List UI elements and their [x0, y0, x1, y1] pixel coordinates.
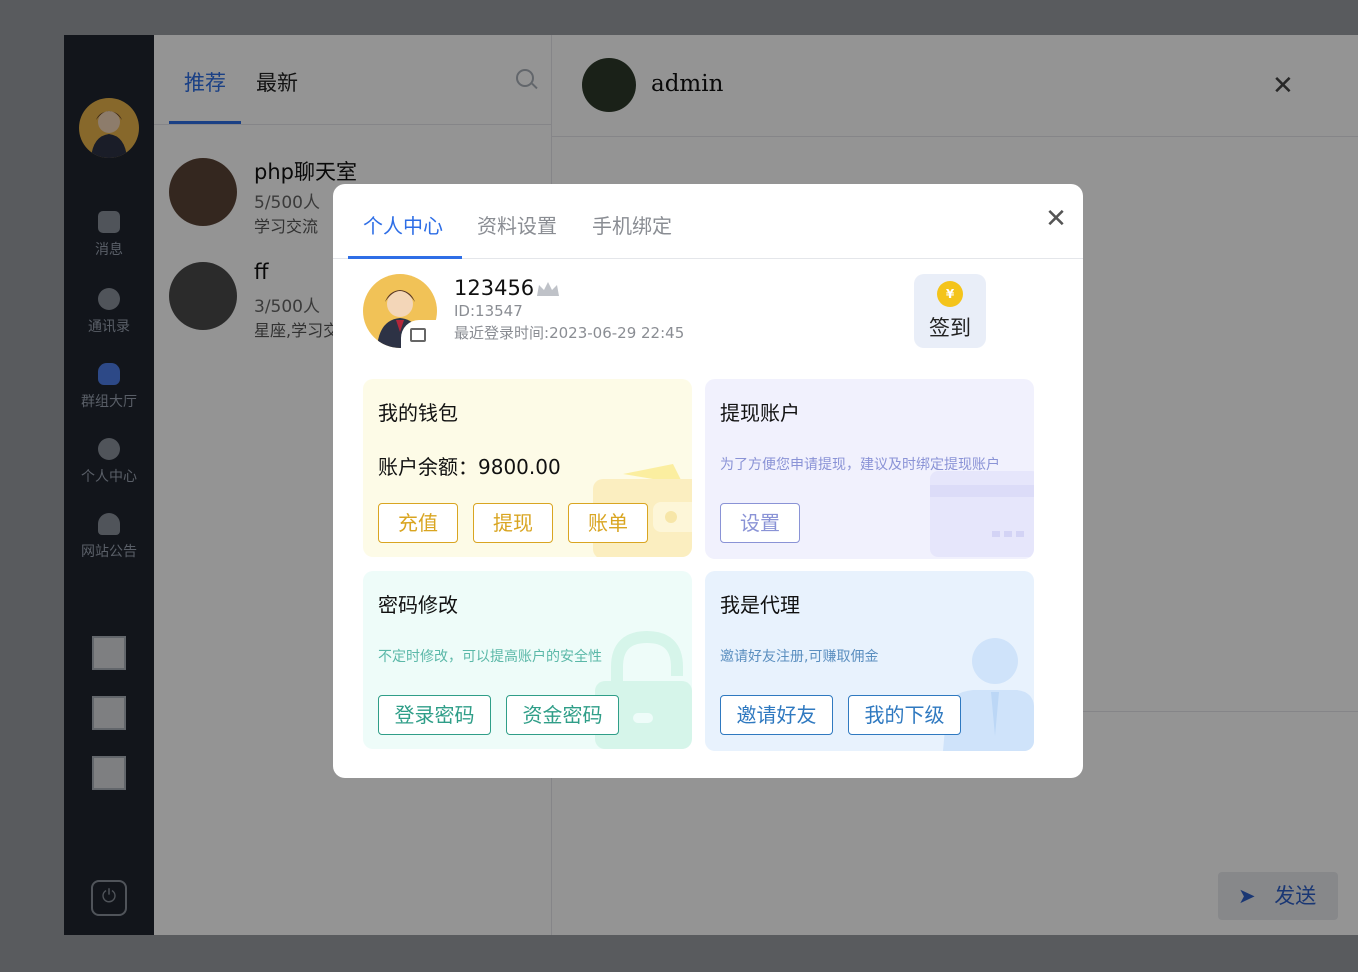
coin-icon: ¥	[937, 281, 963, 307]
setup-button[interactable]: 设置	[720, 503, 800, 543]
withdraw-account-description: 为了方便您申请提现，建议及时绑定提现账户	[720, 457, 1000, 473]
personal-center-modal: 个人中心 资料设置 手机绑定 ✕ 123456 ID:13547 最近登录时间:…	[333, 184, 1083, 778]
crown-icon	[537, 282, 559, 296]
username: 123456	[454, 276, 535, 300]
login-password-button[interactable]: 登录密码	[378, 695, 491, 735]
password-card: 密码修改 不定时修改，可以提高账户的安全性 登录密码 资金密码	[363, 571, 692, 749]
my-subordinates-button[interactable]: 我的下级	[848, 695, 961, 735]
wallet-title: 我的钱包	[378, 401, 458, 425]
last-login-label: 最近登录时间:	[454, 324, 550, 342]
fund-password-button[interactable]: 资金密码	[506, 695, 619, 735]
tab-personal-center[interactable]: 个人中心	[363, 210, 443, 239]
bill-button[interactable]: 账单	[568, 503, 648, 543]
agent-title: 我是代理	[720, 593, 800, 617]
wallet-card: 我的钱包 账户余额：9800.00 充值 提现 账单	[363, 379, 692, 557]
withdraw-button[interactable]: 提现	[473, 503, 553, 543]
withdraw-account-card: 提现账户 为了方便您申请提现，建议及时绑定提现账户 设置	[705, 379, 1034, 559]
tab-profile-settings[interactable]: 资料设置	[477, 210, 557, 239]
invite-friends-button[interactable]: 邀请好友	[720, 695, 833, 735]
last-login: 最近登录时间:2023-06-29 22:45	[454, 322, 684, 343]
balance-value: 9800.00	[478, 455, 561, 479]
withdraw-account-title: 提现账户	[720, 401, 800, 425]
image-edit-icon	[410, 328, 426, 342]
last-login-time: 2023-06-29 22:45	[549, 324, 685, 342]
agent-description: 邀请好友注册,可赚取佣金	[720, 649, 879, 665]
agent-card: 我是代理 邀请好友注册,可赚取佣金 邀请好友 我的下级	[705, 571, 1034, 751]
balance-label: 账户余额：	[378, 455, 478, 479]
recharge-button[interactable]: 充值	[378, 503, 458, 543]
tab-underline	[348, 256, 462, 259]
checkin-label: 签到	[929, 316, 971, 340]
account-balance: 账户余额：9800.00	[378, 451, 561, 480]
checkin-button[interactable]: ¥ 签到	[914, 274, 986, 348]
bank-card-icon	[930, 471, 1034, 557]
tab-phone-binding[interactable]: 手机绑定	[592, 210, 672, 239]
password-title: 密码修改	[378, 593, 458, 617]
close-icon[interactable]: ✕	[1043, 206, 1069, 232]
user-id: ID:13547	[454, 302, 523, 320]
modal-tabs: 个人中心 资料设置 手机绑定 ✕	[333, 184, 1083, 259]
password-description: 不定时修改，可以提高账户的安全性	[378, 649, 602, 665]
avatar-edit-button[interactable]	[401, 320, 437, 350]
